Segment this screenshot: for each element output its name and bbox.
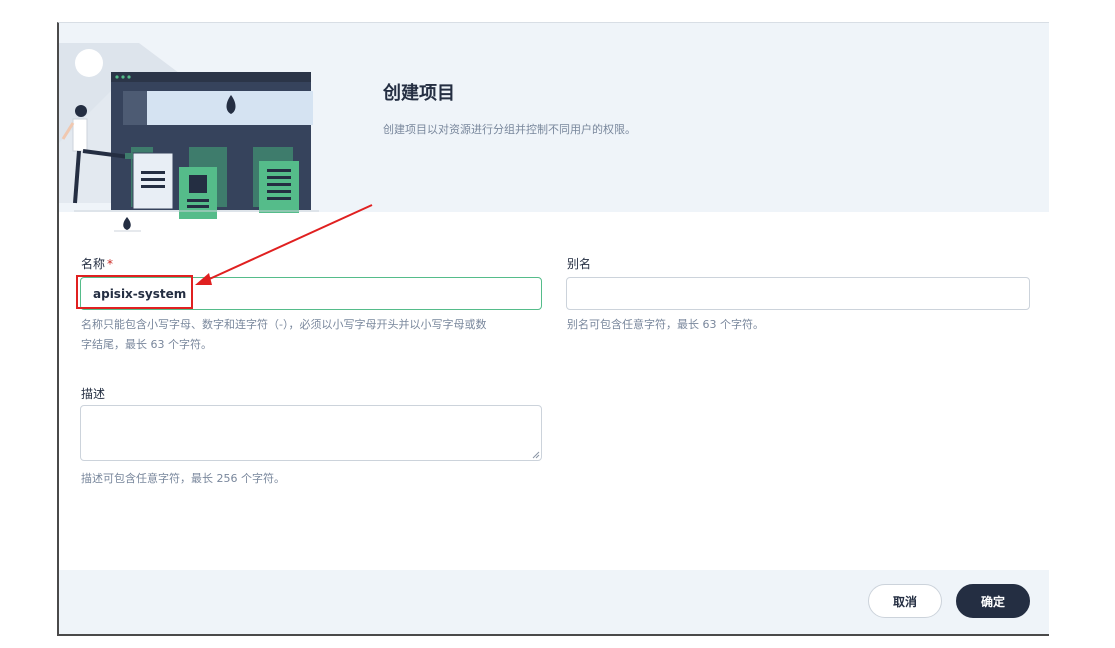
name-label-text: 名称 [81,257,106,271]
name-hint: 名称只能包含小写字母、数字和连字符（-），必须以小写字母开头并以小写字母或数 字… [81,315,561,355]
description-textarea[interactable] [80,405,542,461]
dialog-header: 创建项目 创建项目以对资源进行分组并控制不同用户的权限。 [59,23,1049,232]
alias-label: 别名 [567,257,592,271]
description-hint: 描述可包含任意字符，最长 256 个字符。 [81,472,285,485]
cancel-button[interactable]: 取消 [868,584,942,618]
description-label: 描述 [81,387,106,401]
resize-grip-icon[interactable] [532,451,540,459]
confirm-button[interactable]: 确定 [956,584,1030,618]
dialog-title: 创建项目 [383,83,455,104]
required-mark: * [107,257,114,271]
name-hint-line-2: 字结尾，最长 63 个字符。 [81,338,212,351]
name-label: 名称 * [81,255,113,272]
name-hint-line-1: 名称只能包含小写字母、数字和连字符（-），必须以小写字母开头并以小写字母或数 [81,318,487,331]
alias-input[interactable] [566,277,1030,310]
dialog-description: 创建项目以对资源进行分组并控制不同用户的权限。 [383,123,636,136]
create-project-dialog: 创建项目 创建项目以对资源进行分组并控制不同用户的权限。 名称* 名称只能包含小… [57,22,1049,636]
alias-hint: 别名可包含任意字符，最长 63 个字符。 [567,318,764,331]
dialog-footer: 取消 确定 [59,570,1049,634]
name-input[interactable] [80,277,542,310]
project-illustration-icon [59,43,319,232]
